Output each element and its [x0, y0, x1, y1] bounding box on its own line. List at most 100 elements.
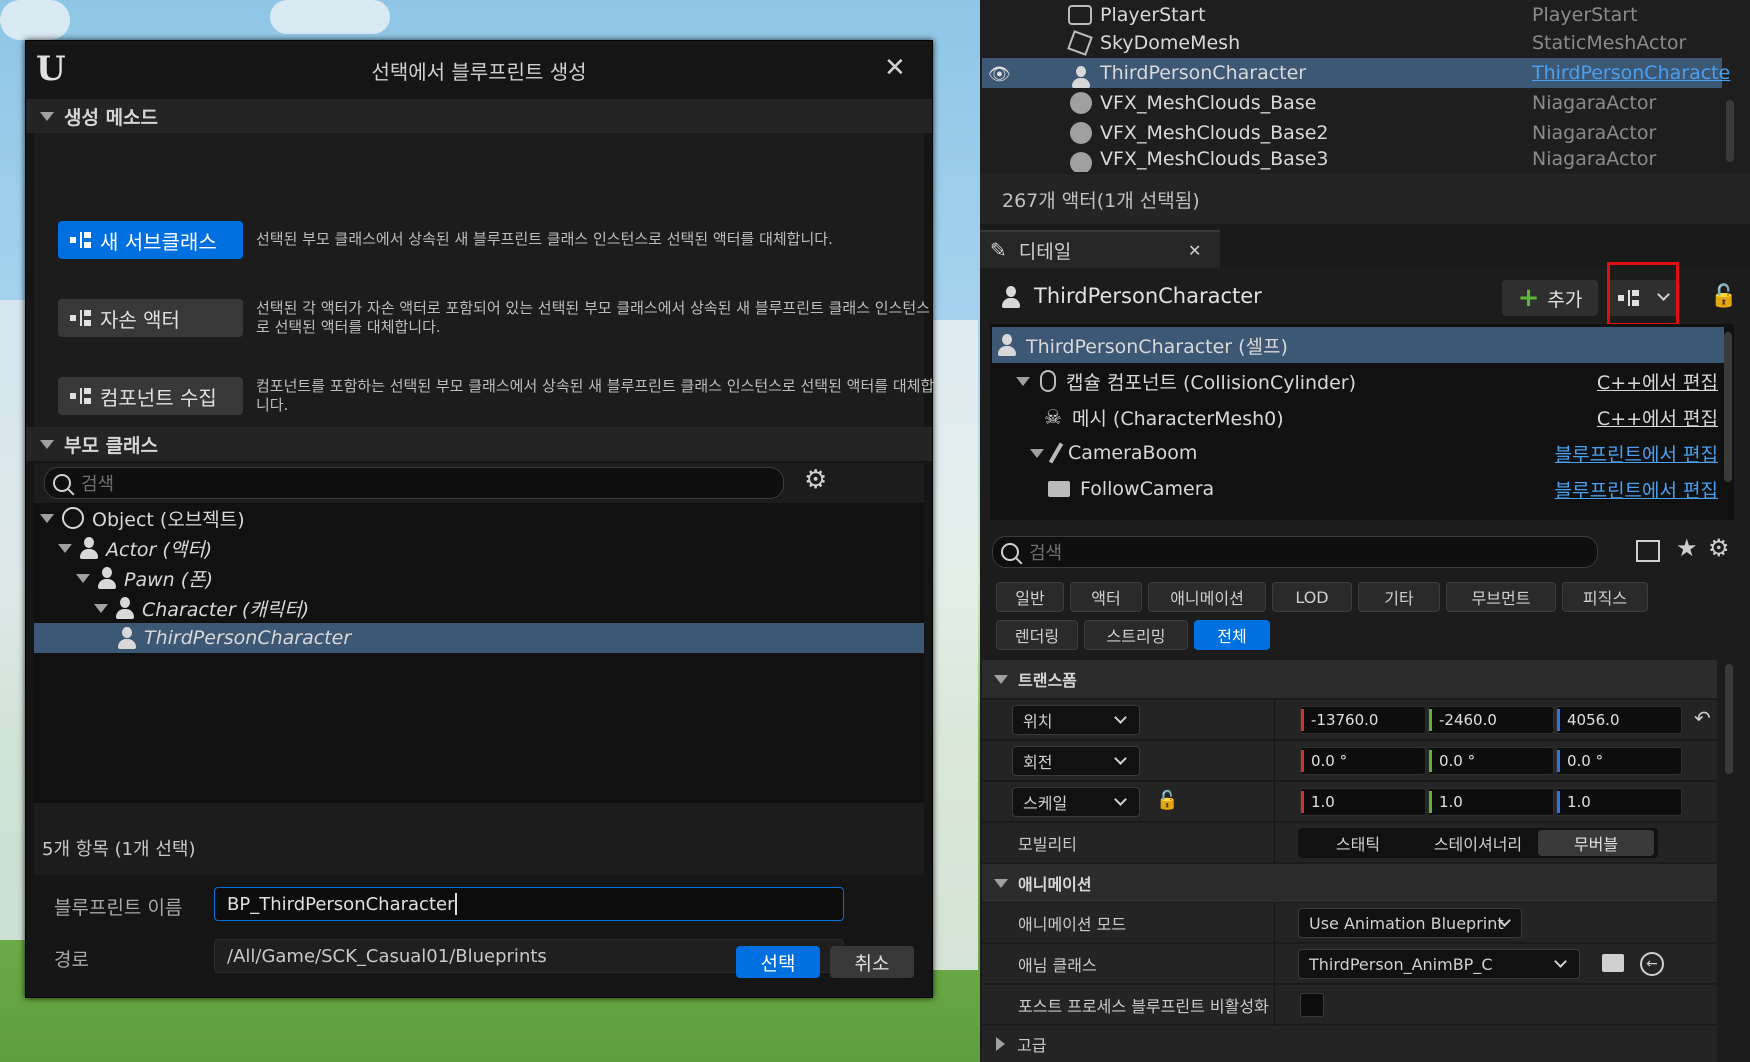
tree-item-object[interactable]: Object (오브젝트) — [40, 503, 920, 533]
harvest-components-button[interactable]: 컴포넌트 수집 — [58, 377, 243, 415]
highlight-box — [1607, 262, 1679, 326]
select-button[interactable]: 선택 — [736, 946, 820, 978]
reset-arrow-icon[interactable]: ↶ — [1694, 706, 1711, 730]
filter-physics[interactable]: 피직스 — [1562, 582, 1648, 612]
post-process-checkbox[interactable] — [1300, 993, 1324, 1017]
dialog-titlebar: U 선택에서 블루프린트 생성 ✕ — [26, 41, 932, 99]
outliner-row[interactable]: VFX_MeshClouds_Base NiagaraActor — [980, 88, 1720, 118]
cancel-button[interactable]: 취소 — [830, 946, 914, 978]
tree-item-pawn[interactable]: Pawn (폰) — [76, 563, 920, 593]
advanced-row[interactable]: 고급 — [982, 1026, 1717, 1062]
filter-general[interactable]: 일반 — [996, 582, 1064, 612]
expand-arrow-icon — [58, 543, 72, 553]
blueprint-name-label: 블루프린트 이름 — [54, 897, 183, 919]
scale-dropdown[interactable]: 스케일 — [1012, 787, 1140, 817]
transform-category-header[interactable]: 트랜스폼 — [982, 660, 1717, 698]
rotation-y-field[interactable]: 0.0 ° — [1428, 747, 1554, 775]
column-separator — [1274, 700, 1275, 740]
post-process-label: 포스트 프로세스 블루프린트 비활성화 — [1018, 997, 1269, 1016]
outliner-row[interactable]: VFX_MeshClouds_Base3 NiagaraActor — [980, 148, 1720, 172]
settings-gear-icon[interactable]: ⚙ — [804, 465, 827, 495]
details-search-input[interactable]: 검색 — [992, 536, 1598, 568]
column-separator — [1274, 985, 1275, 1025]
details-scrollbar[interactable] — [1725, 664, 1733, 774]
location-z-field[interactable]: 4056.0 — [1556, 706, 1682, 734]
tree-item-thirdpersoncharacter[interactable]: ThirdPersonCharacter — [34, 623, 924, 653]
creation-method-header[interactable]: 생성 메소드 — [26, 99, 932, 133]
edit-in-cpp-link[interactable]: C++에서 편집 — [1597, 404, 1718, 431]
filter-streaming[interactable]: 스트리밍 — [1084, 620, 1188, 650]
filter-lod[interactable]: LOD — [1272, 582, 1352, 612]
outliner-row-selected[interactable]: 👁 ThirdPersonCharacter ThirdPersonCharac… — [982, 58, 1730, 88]
close-icon[interactable]: ✕ — [884, 55, 910, 81]
expand-arrow-icon — [76, 573, 90, 583]
use-selected-arrow-icon[interactable]: ← — [1640, 952, 1664, 976]
mobility-static[interactable]: 스태틱 — [1298, 828, 1418, 858]
filter-animation[interactable]: 애니메이션 — [1148, 582, 1266, 612]
edit-in-blueprint-link[interactable]: 블루프린트에서 편집 — [1555, 440, 1718, 467]
component-followcamera[interactable]: FollowCamera 블루프린트에서 편집 — [1048, 471, 1718, 507]
filter-movement[interactable]: 무브먼트 — [1446, 582, 1556, 612]
outliner-row[interactable]: SkyDomeMesh StaticMeshActor — [980, 28, 1720, 58]
parent-class-header[interactable]: 부모 클래스 — [26, 427, 932, 461]
table-view-icon[interactable] — [1636, 540, 1660, 562]
tree-item-label: Character (캐릭터) — [142, 598, 310, 621]
outliner-row[interactable]: PlayerStart PlayerStart — [980, 0, 1720, 30]
actor-type-link[interactable]: ThirdPersonCharacte — [1532, 62, 1730, 84]
animation-category-header[interactable]: 애니메이션 — [982, 864, 1717, 902]
new-subclass-button[interactable]: 새 서브클래스 — [58, 221, 243, 259]
tree-item-character[interactable]: Character (캐릭터) — [94, 593, 920, 623]
scale-z-field[interactable]: 1.0 — [1556, 788, 1682, 816]
pencil-icon: ✎ — [990, 238, 1007, 262]
filter-misc[interactable]: 기타 — [1358, 582, 1440, 612]
rotation-x-field[interactable]: 0.0 ° — [1300, 747, 1426, 775]
edit-in-blueprint-link[interactable]: 블루프린트에서 편집 — [1555, 476, 1718, 503]
unreal-logo-icon: U — [36, 49, 66, 89]
scale-x-field[interactable]: 1.0 — [1300, 788, 1426, 816]
class-search-input[interactable]: 검색 — [44, 467, 784, 499]
dropdown-value: ThirdPerson_AnimBP_C — [1309, 954, 1493, 974]
component-capsule[interactable]: 캡슐 컴포넌트 (CollisionCylinder) C++에서 편집 — [1016, 363, 1718, 399]
filter-all[interactable]: 전체 — [1194, 620, 1270, 650]
outliner-row[interactable]: VFX_MeshClouds_Base2 NiagaraActor — [980, 118, 1720, 148]
blueprint-name-value: BP_ThirdPersonCharacter — [227, 893, 455, 915]
location-x-field[interactable]: -13760.0 — [1300, 706, 1426, 734]
star-icon[interactable]: ★ — [1676, 534, 1698, 562]
collapse-arrow-icon — [994, 674, 1008, 684]
category-label: 애니메이션 — [1018, 875, 1092, 894]
rotation-dropdown[interactable]: 회전 — [1012, 746, 1140, 776]
tree-item-actor[interactable]: Actor (액터) — [58, 533, 920, 563]
component-cameraboom[interactable]: CameraBoom 블루프린트에서 편집 — [1030, 435, 1718, 471]
location-y-field[interactable]: -2460.0 — [1428, 706, 1554, 734]
edit-in-cpp-link[interactable]: C++에서 편집 — [1597, 368, 1718, 395]
method-description: 선택된 부모 클래스에서 상속된 새 블루프린트 클래스 인스턴스로 선택된 액… — [256, 230, 833, 248]
child-actor-button[interactable]: 자손 액터 — [58, 299, 243, 337]
rotation-z-field[interactable]: 0.0 ° — [1556, 747, 1682, 775]
character-icon — [118, 627, 136, 649]
browse-folder-icon[interactable] — [1602, 954, 1624, 972]
close-tab-icon[interactable]: ✕ — [1188, 241, 1201, 260]
components-scrollbar[interactable] — [1724, 332, 1732, 482]
anim-class-dropdown[interactable]: ThirdPerson_AnimBP_C — [1298, 949, 1580, 979]
scale-y-field[interactable]: 1.0 — [1428, 788, 1554, 816]
tab-details[interactable]: ✎ 디테일 ✕ — [980, 230, 1220, 268]
outliner-scrollbar[interactable] — [1726, 100, 1734, 162]
actor-name: SkyDomeMesh — [1100, 32, 1241, 54]
visibility-eye-icon[interactable]: 👁 — [988, 64, 1011, 85]
expand-arrow-icon — [94, 603, 108, 613]
location-dropdown[interactable]: 위치 — [1012, 705, 1140, 735]
blueprint-name-input[interactable]: BP_ThirdPersonCharacter — [214, 887, 844, 921]
mobility-stationary[interactable]: 스테이셔너리 — [1418, 828, 1538, 858]
object-icon — [62, 507, 84, 529]
mobility-movable[interactable]: 무버블 — [1538, 830, 1654, 856]
actor-name: VFX_MeshClouds_Base3 — [1100, 148, 1329, 170]
add-component-button[interactable]: + 추가 — [1502, 280, 1598, 316]
filter-rendering[interactable]: 렌더링 — [996, 620, 1078, 650]
scale-lock-icon[interactable]: 🔓 — [1156, 790, 1178, 811]
settings-gear-icon[interactable]: ⚙ — [1708, 534, 1730, 562]
component-self[interactable]: ThirdPersonCharacter (셀프) — [992, 327, 1724, 363]
lock-icon[interactable]: 🔓 — [1710, 284, 1737, 309]
filter-actor[interactable]: 액터 — [1070, 582, 1142, 612]
anim-mode-dropdown[interactable]: Use Animation Blueprint — [1298, 908, 1522, 938]
component-mesh[interactable]: ☠ 메시 (CharacterMesh0) C++에서 편집 — [1044, 399, 1718, 435]
